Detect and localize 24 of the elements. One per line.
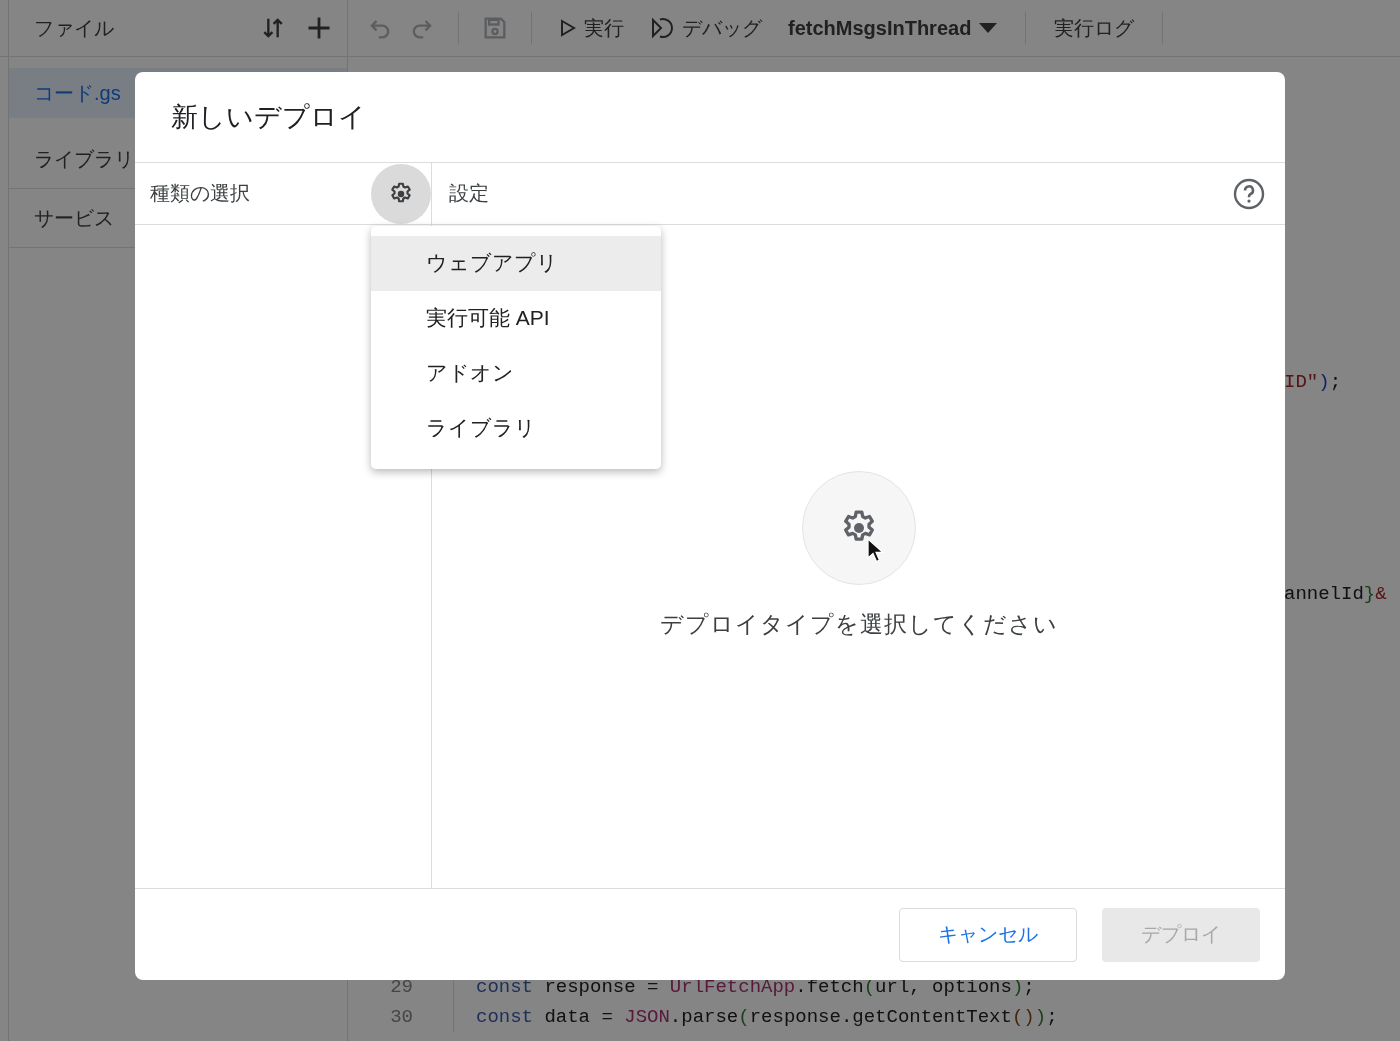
caret-icon (979, 23, 998, 33)
menu-item[interactable]: 実行可能 API (371, 291, 661, 346)
settings-heading: 設定 (449, 181, 489, 206)
menu-item[interactable]: ウェブアプリ (371, 236, 661, 291)
cancel-button[interactable]: キャンセル (899, 907, 1077, 962)
run-button[interactable]: 実行 (554, 10, 630, 46)
help-icon[interactable] (1233, 177, 1265, 210)
debug-icon (650, 16, 674, 40)
line-number: 30 (348, 1002, 454, 1032)
menu-item[interactable]: ライブラリ (371, 401, 661, 456)
code-line: ID"); (1284, 371, 1342, 393)
menu-item[interactable]: アドオン (371, 346, 661, 401)
type-heading: 種類の選択 (150, 181, 250, 206)
deploy-type-button[interactable] (371, 163, 431, 224)
cursor-icon (866, 538, 885, 564)
execution-log-button[interactable]: 実行ログ (1048, 10, 1141, 46)
debug-button[interactable]: デバッグ (644, 10, 768, 46)
code-line: annelId}& (1284, 583, 1387, 605)
play-icon (560, 19, 576, 37)
dialog-title: 新しいデプロイ (171, 101, 366, 134)
files-heading: ファイル (34, 15, 115, 41)
empty-state-message: デプロイタイプを選択してください (659, 610, 1058, 639)
function-dropdown[interactable]: fetchMsgsInThread (782, 12, 1004, 44)
code-line: const data = JSON.parse(response.getContentText()); (475, 1006, 1058, 1028)
